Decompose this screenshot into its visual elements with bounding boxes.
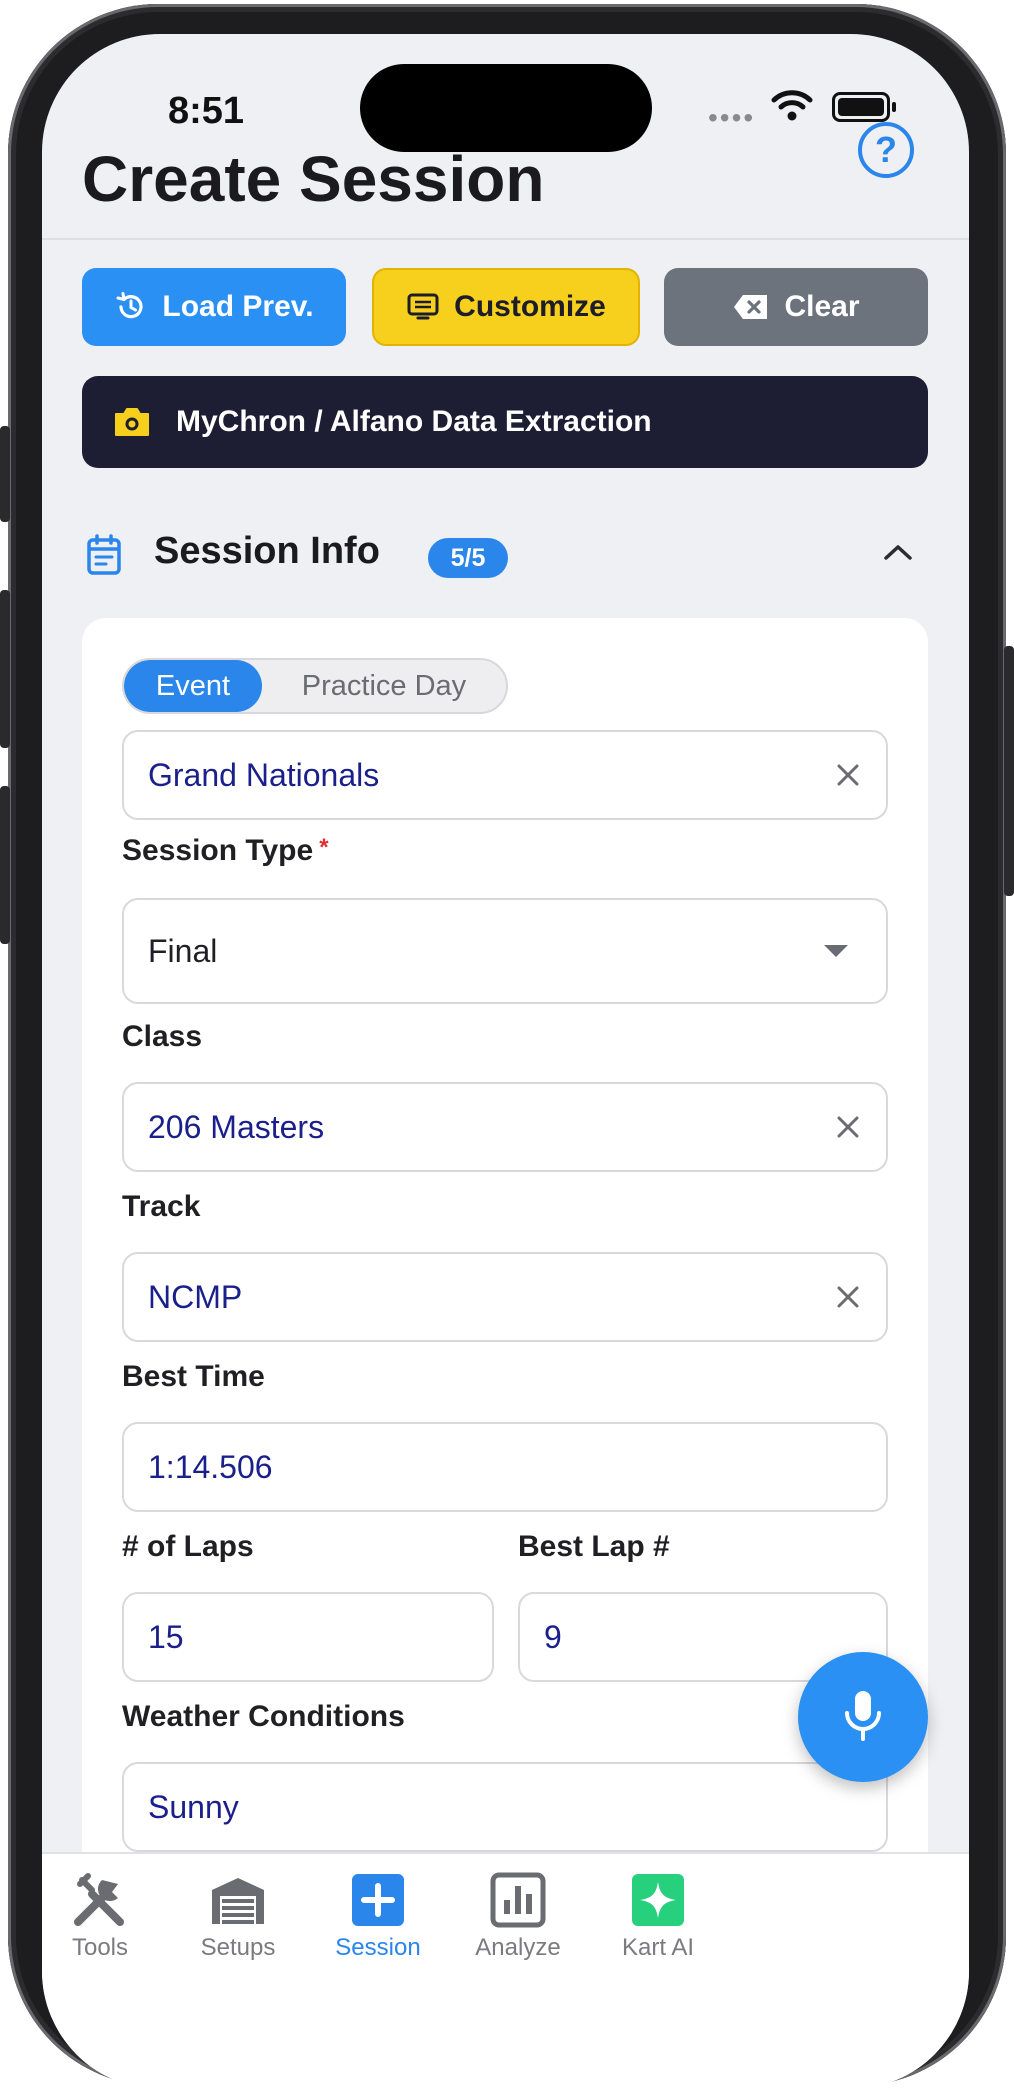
laps-value: 15 — [148, 1618, 184, 1655]
voice-input-button[interactable] — [798, 1652, 928, 1782]
best-time-label: Best Time — [122, 1360, 265, 1393]
segment-event[interactable]: Event — [124, 660, 262, 712]
device-mute-button — [0, 426, 10, 522]
garage-icon — [212, 1878, 264, 1924]
event-name-input[interactable]: Grand Nationals — [122, 730, 888, 820]
status-time: 8:51 — [168, 90, 245, 132]
device-volume-down-button — [0, 786, 10, 944]
best-lap-label: Best Lap # — [518, 1530, 670, 1563]
best-lap-value: 9 — [544, 1618, 562, 1655]
best-time-value: 1:14.506 — [148, 1448, 273, 1485]
weather-input[interactable]: Sunny — [122, 1762, 888, 1852]
session-type-select[interactable]: Final — [122, 898, 888, 1004]
dynamic-island — [360, 64, 652, 152]
session-type-label-text: Session Type — [122, 834, 314, 867]
battery-icon — [832, 92, 896, 122]
tab-tools[interactable]: Tools — [42, 1870, 170, 1962]
required-marker: * — [319, 834, 329, 861]
customize-button[interactable]: Customize — [372, 268, 640, 346]
tab-session-label: Session — [335, 1934, 421, 1961]
tab-setups-label: Setups — [200, 1934, 276, 1961]
backspace-icon — [734, 295, 768, 319]
chevron-up-icon[interactable] — [882, 542, 914, 562]
section-title: Session Info — [154, 530, 380, 572]
device-volume-up-button — [0, 590, 10, 748]
clear-field-icon[interactable] — [836, 1285, 860, 1309]
history-icon — [116, 292, 143, 319]
segment-practice-day[interactable]: Practice Day — [262, 660, 506, 712]
event-name-value: Grand Nationals — [148, 756, 380, 793]
sparkle-icon — [632, 1874, 684, 1926]
track-label: Track — [122, 1190, 201, 1223]
header-divider — [42, 238, 969, 240]
class-input[interactable]: 206 Masters — [122, 1082, 888, 1172]
tab-analyze[interactable]: Analyze — [448, 1870, 588, 1962]
customize-label: Customize — [454, 290, 606, 323]
load-previous-label: Load Prev. — [162, 290, 314, 323]
class-label: Class — [122, 1020, 203, 1053]
section-progress-badge: 5/5 — [428, 538, 508, 578]
laps-label: # of Laps — [122, 1530, 254, 1563]
calendar-icon — [87, 534, 121, 575]
device-power-button — [1004, 646, 1014, 896]
tab-analyze-label: Analyze — [475, 1934, 561, 1961]
clear-field-icon[interactable] — [836, 763, 860, 787]
wifi-icon — [771, 90, 813, 121]
tab-session[interactable]: Session — [308, 1870, 448, 1962]
tab-kart-ai-label: Kart AI — [621, 1934, 695, 1961]
tools-icon — [74, 1873, 124, 1926]
bar-chart-icon — [490, 1872, 546, 1928]
cellular-signal-icon: •••• — [708, 102, 756, 133]
session-type-value: Final — [148, 932, 218, 969]
tab-kart-ai[interactable]: Kart AI — [588, 1870, 728, 1962]
clear-button[interactable]: Clear — [664, 268, 928, 346]
laps-input[interactable]: 15 — [122, 1592, 494, 1682]
load-previous-button[interactable]: Load Prev. — [82, 268, 346, 346]
page-title: Create Session — [82, 143, 545, 215]
best-time-input[interactable]: 1:14.506 — [122, 1422, 888, 1512]
weather-label: Weather Conditions — [122, 1700, 405, 1733]
session-type-label: Session Type * — [122, 834, 329, 868]
help-icon[interactable]: ? — [858, 122, 914, 178]
weather-value: Sunny — [148, 1788, 239, 1825]
dropdown-caret-icon — [824, 945, 848, 957]
customize-icon — [407, 293, 439, 320]
data-extraction-button[interactable]: MyChron / Alfano Data Extraction — [82, 376, 928, 468]
camera-icon — [115, 408, 149, 436]
track-input[interactable]: NCMP — [122, 1252, 888, 1342]
track-value: NCMP — [148, 1278, 243, 1315]
event-type-segmented-control: Event Practice Day — [122, 658, 508, 714]
class-value: 206 Masters — [148, 1108, 325, 1145]
data-extraction-label: MyChron / Alfano Data Extraction — [176, 405, 652, 438]
tab-setups[interactable]: Setups — [168, 1870, 308, 1962]
plus-square-icon — [352, 1874, 404, 1926]
microphone-icon — [845, 1691, 881, 1741]
clear-field-icon[interactable] — [836, 1115, 860, 1139]
clear-label: Clear — [784, 290, 860, 323]
app-screen: 8:51 •••• ? Create Session Load Prev. Cu… — [42, 34, 969, 2089]
tab-tools-label: Tools — [71, 1934, 129, 1961]
